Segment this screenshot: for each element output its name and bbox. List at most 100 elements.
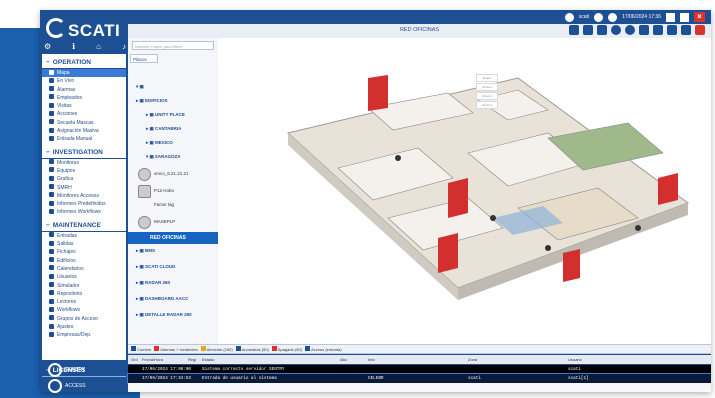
tab-apagado[interactable]: Apagado (50) xyxy=(271,346,302,352)
column-header[interactable]: Usuario xyxy=(568,357,582,362)
sidebar-item-label: Fichajes xyxy=(57,249,76,256)
clock-icon xyxy=(49,248,54,254)
layers-icon[interactable] xyxy=(639,25,649,35)
sidebar-item-en-vivo[interactable]: En Vivo xyxy=(42,77,126,85)
sidebar-item-repositorio[interactable]: Repositorio xyxy=(42,290,126,298)
sidebar-item-entradas[interactable]: Entradas xyxy=(42,232,126,240)
tab-alarmas[interactable]: Alarmas + Incidentes xyxy=(154,346,198,352)
tree-node-detalle-radar[interactable]: ▸ ▣ DETALLE RADAR 260 xyxy=(136,312,192,318)
bell-icon[interactable]: ♪ xyxy=(122,42,126,51)
sidebar-item-informes-workflows[interactable]: Informes Workflows xyxy=(42,208,126,216)
more-icon[interactable] xyxy=(681,25,691,35)
gear-icon[interactable]: ⚙ xyxy=(44,42,51,51)
sidebar-item-empleados[interactable]: Empleados xyxy=(42,94,126,102)
column-header[interactable]: Fecha/Hora xyxy=(142,357,163,362)
tab-acceso[interactable]: Acceso (entrada) xyxy=(305,346,342,352)
sidebar-item-ajustes[interactable]: Ajustes xyxy=(42,323,126,331)
tab-atencion[interactable]: Atención (150) xyxy=(200,346,233,352)
column-header[interactable]: Info xyxy=(368,357,375,362)
sidebar-item-label: Salidas xyxy=(57,241,74,248)
sidebar-item-alarmas[interactable]: Alarmas xyxy=(42,86,126,94)
tree-node-zaragoza[interactable]: ▾ ▣ ZARAGOZA xyxy=(146,154,181,160)
tree-search-input[interactable]: Nombre o área, para filtrar xyxy=(132,41,214,50)
help-icon[interactable] xyxy=(608,12,618,22)
sidebar-item-workflows[interactable]: Workflows xyxy=(42,306,126,314)
map-zone-label[interactable]: Zona 1 xyxy=(476,74,498,82)
sidebar-item-fichajes[interactable]: Fichajes xyxy=(42,248,126,256)
sidebar-item-monitores-accesos[interactable]: Monitores Accesos xyxy=(42,192,126,200)
section-investigation[interactable]: − INVESTIGATION xyxy=(42,146,126,159)
tab-anomalias[interactable]: Anomalías (50) xyxy=(235,346,269,352)
sidebar-item-simulador[interactable]: Simulador xyxy=(42,282,126,290)
zoom-in-icon[interactable] xyxy=(611,25,621,35)
sidebar-item-lectores[interactable]: Lectores xyxy=(42,298,126,306)
tree-node-dashboard[interactable]: ▸ ▣ DASHBOARD AACC xyxy=(136,296,188,302)
map-zone-label[interactable]: Zona 2 xyxy=(476,83,498,91)
rotate-icon[interactable] xyxy=(597,25,607,35)
sidebar-item-usuarios[interactable]: Usuarios xyxy=(42,273,126,281)
sidebar-item-grupos-acceso[interactable]: Grupos de Acceso xyxy=(42,315,126,323)
sidebar-item-label: Ajustes xyxy=(57,324,74,331)
column-header[interactable]: Zona xyxy=(468,357,477,362)
sidebar-item-mapa[interactable]: Mapa xyxy=(42,69,126,78)
tree-node-scati-cloud[interactable]: ▸ ▣ SCATI CLOUD xyxy=(136,264,175,270)
sidebar-item-grafica[interactable]: Grafica xyxy=(42,175,126,183)
tree-node-cam2[interactable]: P12 Hobo xyxy=(154,188,174,193)
tree-node-bms[interactable]: ▸ ▣ BMS xyxy=(136,248,155,254)
license-sentry[interactable]: SENTRY xyxy=(48,363,85,377)
table-row[interactable]: 17/06/2024 17:00:00 Sistema correcto ser… xyxy=(128,365,711,374)
section-maintenance[interactable]: − MAINTENANCE xyxy=(42,219,126,232)
sidebar-item-smrh[interactable]: SMRH xyxy=(42,184,126,192)
sidebar-item-visitas[interactable]: Visitas xyxy=(42,102,126,110)
pointer-icon[interactable] xyxy=(583,25,593,35)
power-icon xyxy=(271,346,277,351)
sidebar-item-secuela[interactable]: Secuela Mascas xyxy=(42,119,126,127)
info-icon[interactable]: ℹ xyxy=(72,42,75,51)
tree-node-cantabria[interactable]: ▸ ▣ CANTABRIA xyxy=(146,126,181,132)
tree-node-red-oficinas[interactable]: RED OFICINAS xyxy=(128,232,218,244)
notification-icon[interactable] xyxy=(564,12,574,22)
tree-node-cam1[interactable]: xmco_6.21.21.21 xyxy=(154,171,189,176)
sidebar-item-acciones[interactable]: Acciones xyxy=(42,110,126,118)
user-avatar-icon[interactable] xyxy=(594,12,604,22)
section-operation[interactable]: − OPERATION xyxy=(42,56,126,69)
tree-node-radar-260[interactable]: ▸ ▣ RADAR 260 xyxy=(136,280,170,286)
tree-node-cam3[interactable]: Factor lag xyxy=(154,202,174,207)
device-icon xyxy=(49,167,54,173)
home-icon[interactable]: ⌂ xyxy=(96,42,101,51)
table-row[interactable]: 17/06/2024 17:34:53 Entrada de usuario a… xyxy=(127,373,711,384)
maximize-icon[interactable] xyxy=(680,12,689,22)
zoom-out-icon[interactable] xyxy=(625,25,635,35)
floor-plan-view[interactable]: Zona 1 Zona 2 Zona 3 Zona 4 xyxy=(218,38,711,344)
sidebar-item-monitorus[interactable]: Monitorus xyxy=(42,159,126,167)
column-header[interactable]: Alto xyxy=(340,357,347,362)
sidebar-item-entrada-manual[interactable]: Entrada Manual xyxy=(42,135,126,143)
tree-node-unity-place[interactable]: ▸ ▣ UNITY PLACE xyxy=(146,112,185,118)
floor-plan-3d[interactable] xyxy=(218,38,711,344)
tab-planos[interactable]: Planos xyxy=(130,54,158,63)
close-icon[interactable]: × xyxy=(694,12,705,22)
map-zone-label[interactable]: Zona 4 xyxy=(476,101,498,109)
sidebar-item-informes-predef[interactable]: Informes Predefinidos xyxy=(42,200,126,208)
sidebar-item-asignacion[interactable]: Asignación Masiva xyxy=(42,127,126,135)
column-header[interactable]: Ord xyxy=(131,357,138,362)
column-header[interactable]: Regi xyxy=(188,357,196,362)
close-view-icon[interactable] xyxy=(695,25,705,35)
tab-cumbre[interactable]: Cumbre xyxy=(131,346,151,352)
sidebar-item-equipos[interactable]: Equipos xyxy=(42,167,126,175)
map-zone-label[interactable]: Zona 3 xyxy=(476,92,498,100)
license-access[interactable]: ACCESS xyxy=(48,379,86,393)
sidebar-item-calendarios[interactable]: Calendarios xyxy=(42,265,126,273)
minimize-icon[interactable] xyxy=(666,12,675,22)
tree-node-cam4[interactable]: MASEPLP xyxy=(154,219,175,224)
sidebar-item-salidas[interactable]: Salidas xyxy=(42,240,126,248)
edit-map-icon[interactable] xyxy=(569,25,579,35)
tree-root[interactable]: ▾ ▣ xyxy=(136,84,144,90)
sidebar-item-edificios[interactable]: Edificios xyxy=(42,257,126,265)
column-header[interactable]: Estado xyxy=(202,357,214,362)
fullscreen-icon[interactable] xyxy=(653,25,663,35)
tree-node-mexico[interactable]: ▸ ▣ MEXICO xyxy=(146,140,173,146)
sidebar-item-empresas[interactable]: Empresas/Dep. xyxy=(42,331,126,339)
tree-node-edificios[interactable]: ▸ ▣ EDIFICIOS xyxy=(136,98,168,104)
play-icon[interactable] xyxy=(667,25,677,35)
